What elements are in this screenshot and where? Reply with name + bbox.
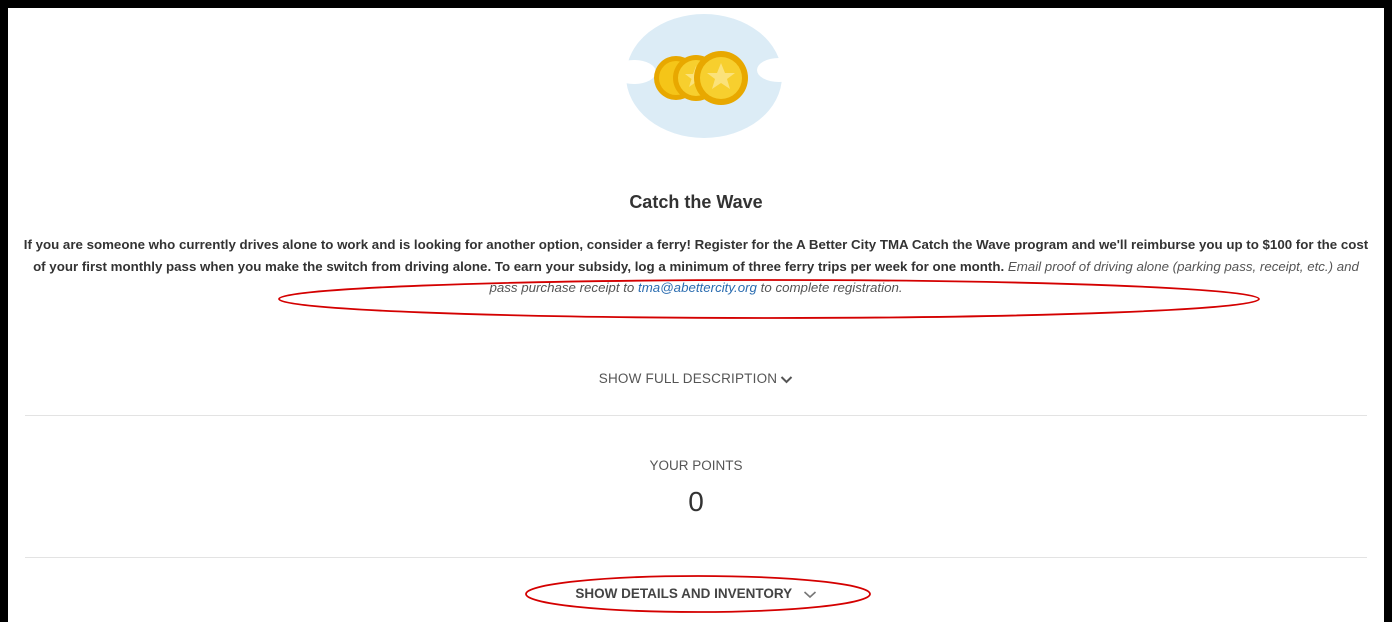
- show-full-description-button[interactable]: SHOW FULL DESCRIPTION: [8, 371, 1384, 386]
- points-label: YOUR POINTS: [649, 458, 743, 473]
- chevron-down-icon: [781, 376, 793, 384]
- divider: [25, 557, 1367, 558]
- show-full-description-label: SHOW FULL DESCRIPTION: [598, 371, 778, 386]
- page-frame: Catch the Wave If you are someone who cu…: [8, 8, 1384, 622]
- coins-illustration: [612, 14, 801, 138]
- divider: [25, 415, 1367, 416]
- program-description: If you are someone who currently drives …: [18, 234, 1374, 299]
- chevron-down-icon: [803, 591, 816, 599]
- email-link[interactable]: tma@abettercity.org: [638, 280, 757, 295]
- show-details-inventory-button[interactable]: SHOW DETAILS AND INVENTORY: [8, 586, 1384, 601]
- description-tail: to complete registration.: [760, 280, 903, 295]
- show-details-label: SHOW DETAILS AND INVENTORY: [575, 586, 793, 601]
- page-title: Catch the Wave: [629, 192, 763, 212]
- points-value: 0: [688, 486, 704, 517]
- coin-icon: [654, 51, 748, 105]
